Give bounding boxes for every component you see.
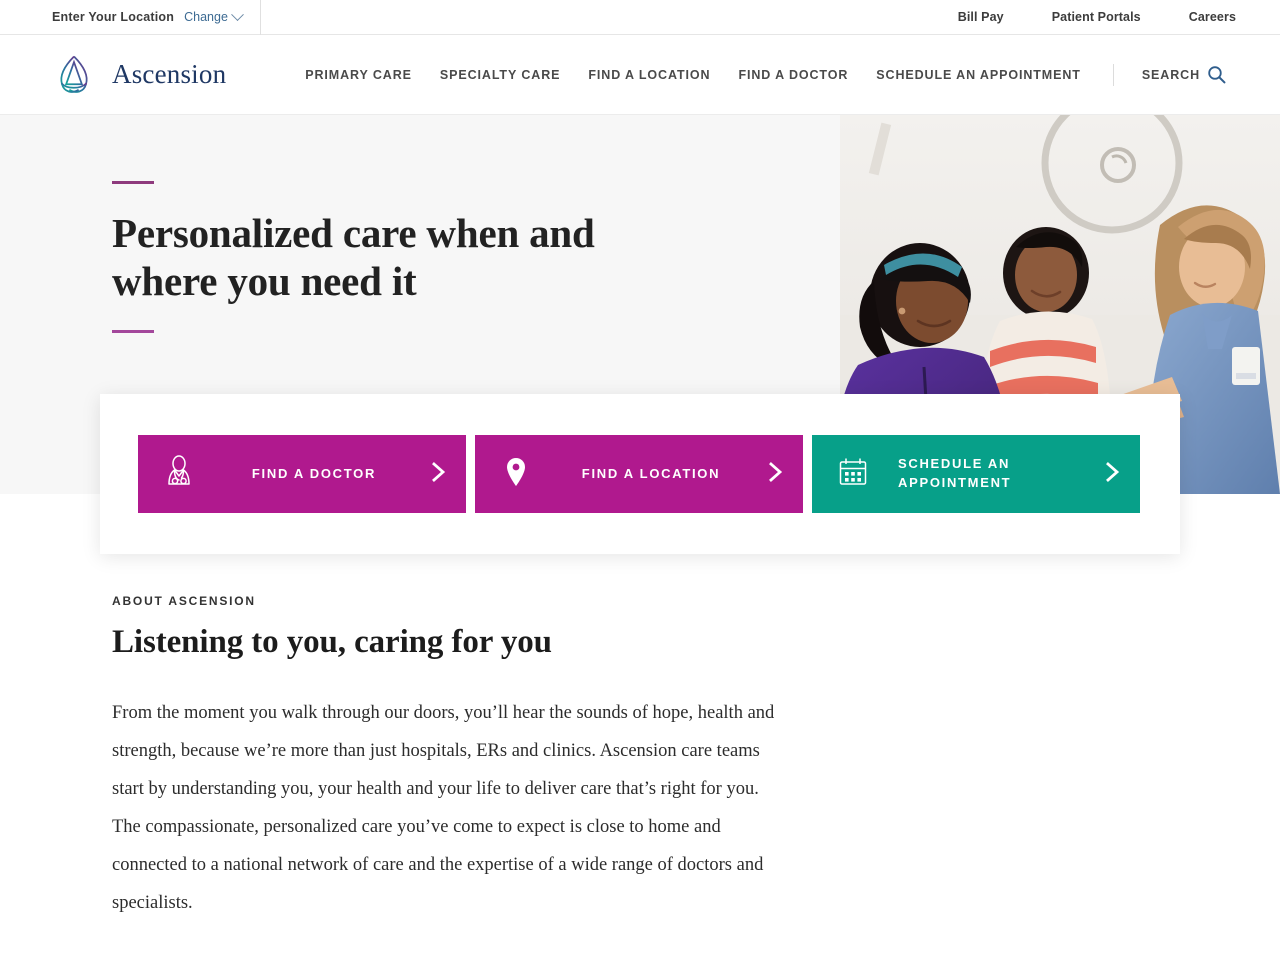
utility-link-patient-portals[interactable]: Patient Portals xyxy=(1028,10,1165,24)
location-label: Enter Your Location xyxy=(52,10,175,24)
map-pin-icon xyxy=(497,453,535,496)
cta-label: SCHEDULE AN APPOINTMENT xyxy=(898,456,1012,490)
about-eyebrow: ABOUT ASCENSION xyxy=(112,594,256,608)
utility-bar: Enter Your Location Change Bill Pay Pati… xyxy=(0,0,1280,35)
brand-name: Ascension xyxy=(112,59,227,89)
cta-schedule-an-appointment[interactable]: SCHEDULE AN APPOINTMENT xyxy=(812,435,1140,513)
utility-link-careers[interactable]: Careers xyxy=(1165,10,1236,24)
nav-item-primary-care[interactable]: PRIMARY CARE xyxy=(291,68,426,82)
change-location-label: Change xyxy=(184,10,228,24)
cta-find-a-doctor[interactable]: FIND A DOCTOR xyxy=(138,435,466,513)
calendar-icon xyxy=(834,453,872,496)
doctor-icon xyxy=(160,453,198,496)
chevron-down-icon xyxy=(231,7,244,21)
chevron-right-icon xyxy=(430,461,448,488)
chevron-right-icon xyxy=(1104,461,1122,488)
cta-label: FIND A DOCTOR xyxy=(251,465,377,481)
cta-label: FIND A LOCATION xyxy=(581,465,721,481)
nav-item-find-a-doctor[interactable]: FIND A DOCTOR xyxy=(724,68,862,82)
location-group: Enter Your Location Change xyxy=(0,0,261,35)
about-title: Listening to you, caring for you xyxy=(112,624,552,660)
utility-link-bill-pay[interactable]: Bill Pay xyxy=(934,10,1028,24)
nav-divider xyxy=(1112,63,1114,86)
cta-card: FIND A DOCTOR FIND A LOCATION SCHEDULE A… xyxy=(100,394,1180,554)
about-section: ABOUT ASCENSION Listening to you, caring… xyxy=(0,494,1280,923)
nav-item-specialty-care[interactable]: SPECIALTY CARE xyxy=(426,68,575,82)
hero-title: Personalized care when and where you nee… xyxy=(112,210,595,304)
brand-logo-link[interactable]: Ascension xyxy=(0,51,226,99)
about-body: From the moment you walk through our doo… xyxy=(112,703,775,913)
change-location-button[interactable]: Change xyxy=(184,7,244,24)
utility-links: Bill Pay Patient Portals Careers xyxy=(934,10,1280,24)
search-icon xyxy=(1207,65,1226,84)
nav-item-schedule-an-appointment[interactable]: SCHEDULE AN APPOINTMENT xyxy=(862,68,1095,82)
search-label: SEARCH xyxy=(1141,67,1200,82)
cta-find-a-location[interactable]: FIND A LOCATION xyxy=(475,435,803,513)
search-button[interactable]: SEARCH xyxy=(1128,65,1240,84)
hero-copy: Personalized care when and where you nee… xyxy=(0,115,1280,333)
hero-rule-bottom xyxy=(112,329,154,333)
hero-rule-top xyxy=(112,181,154,184)
main-navigation: PRIMARY CARE SPECIALTY CARE FIND A LOCAT… xyxy=(291,63,1280,86)
ascension-triquetra-icon xyxy=(48,51,100,99)
nav-item-find-a-location[interactable]: FIND A LOCATION xyxy=(574,68,724,82)
site-header: Ascension PRIMARY CARE SPECIALTY CARE FI… xyxy=(0,35,1280,115)
chevron-right-icon xyxy=(767,461,785,488)
